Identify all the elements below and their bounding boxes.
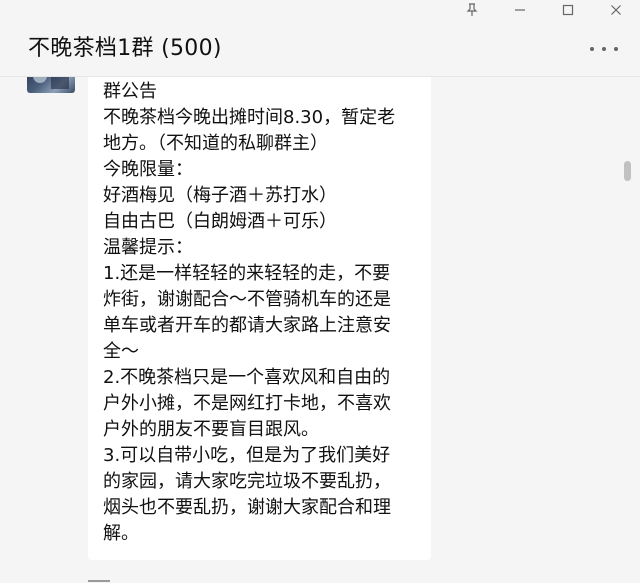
window-controls: [448, 0, 640, 20]
more-options-icon[interactable]: [590, 42, 618, 56]
maximize-icon[interactable]: [544, 0, 592, 20]
message-line: 3.可以自带小吃，但是为了我们美好: [103, 445, 391, 466]
message-line: 群公告: [103, 81, 157, 102]
message-line: 好酒梅见（梅子酒＋苏打水）: [103, 185, 337, 206]
minimize-icon[interactable]: [496, 0, 544, 20]
close-icon[interactable]: [592, 0, 640, 20]
message-line: 地方。（不知道的私聊群主）: [103, 133, 328, 154]
message-line: 温馨提示：: [103, 237, 193, 258]
message-list[interactable]: 群公告 不晚茶档今晚出摊时间8.30，暂定老 地方。（不知道的私聊群主） 今晚限…: [0, 77, 640, 583]
message-line: 1.还是一样轻轻的来轻轻的走，不要: [103, 263, 391, 284]
avatar-detail: [51, 77, 69, 89]
message-text: 群公告 不晚茶档今晚出摊时间8.30，暂定老 地方。（不知道的私聊群主） 今晚限…: [103, 79, 423, 547]
message-line: 自由古巴（白朗姆酒＋可乐）: [103, 211, 337, 232]
pin-icon[interactable]: [448, 0, 496, 20]
chat-title: 不晚茶档1群 (500): [28, 36, 222, 61]
message-line: 今晚限量：: [103, 159, 193, 180]
message-line: 炸街，谢谢配合～不管骑机车的还是: [103, 289, 391, 310]
avatar-detail: [33, 77, 47, 83]
message-line: 户外的朋友不要盲目跟风。: [103, 419, 319, 440]
message-line: 烟头也不要乱扔，谢谢大家配合和理: [103, 497, 391, 518]
next-message-stub: [88, 576, 118, 583]
more-dot: [614, 47, 618, 51]
more-dot: [590, 47, 594, 51]
message-line: 不晚茶档今晚出摊时间8.30，暂定老: [103, 107, 396, 128]
message-line: 全～: [103, 341, 139, 362]
message-line: 的家园，请大家吃完垃圾不要乱扔，: [103, 471, 391, 492]
more-dot: [602, 47, 606, 51]
sender-avatar[interactable]: [27, 77, 75, 93]
message-line: 解。: [103, 523, 139, 544]
scrollbar-thumb[interactable]: [624, 161, 631, 181]
message-line: 2.不晚茶档只是一个喜欢风和自由的: [103, 367, 391, 388]
message-line: 单车或者开车的都请大家路上注意安: [103, 315, 391, 336]
message-line: 户外小摊，不是网红打卡地，不喜欢: [103, 393, 391, 414]
next-message-fragment: [88, 580, 110, 582]
message-bubble[interactable]: 群公告 不晚茶档今晚出摊时间8.30，暂定老 地方。（不知道的私聊群主） 今晚限…: [88, 77, 431, 560]
